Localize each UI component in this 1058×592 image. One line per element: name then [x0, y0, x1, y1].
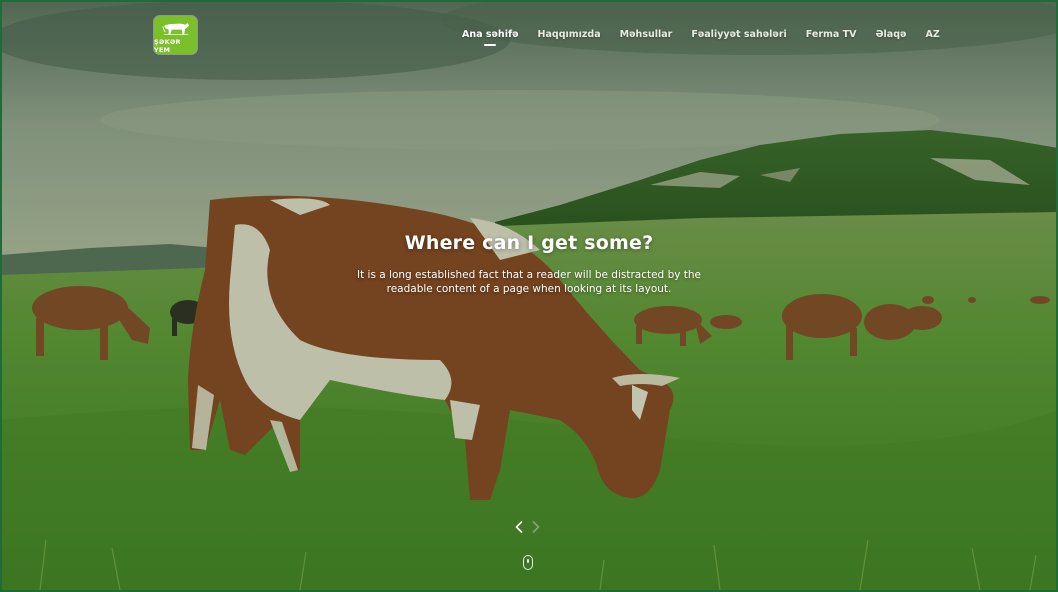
- hero-slider: [0, 0, 1058, 592]
- prev-slide-button[interactable]: [512, 519, 526, 535]
- nav-item-contact[interactable]: Əlaqə: [875, 29, 906, 40]
- chevron-right-icon: [532, 521, 540, 533]
- slide-description: It is a long established fact that a rea…: [356, 269, 702, 295]
- nav-item-activities[interactable]: Fəaliyyət sahələri: [691, 29, 786, 40]
- nav-item-about[interactable]: Haqqımızda: [538, 29, 601, 40]
- logo-text: ŞƏKƏR YEM: [154, 38, 181, 54]
- mouse-scroll-icon[interactable]: [523, 555, 533, 570]
- hero-background-image: [0, 0, 1058, 592]
- nav-item-home[interactable]: Ana səhifə: [462, 29, 519, 40]
- slide-title: Where can I get some?: [404, 232, 654, 254]
- next-slide-button[interactable]: [529, 519, 543, 535]
- cow-logo-icon: [162, 23, 189, 35]
- scroll-wheel: [527, 559, 529, 563]
- nav-item-ferma-tv[interactable]: Ferma TV: [806, 29, 857, 40]
- nav-item-products[interactable]: Məhsullar: [620, 29, 673, 40]
- language-switcher[interactable]: AZ: [925, 29, 939, 40]
- chevron-left-icon: [515, 521, 523, 533]
- main-navigation: Ana səhifə Haqqımızda Məhsullar Fəaliyyə…: [462, 29, 959, 40]
- slide-caption: Where can I get some? It is a long estab…: [0, 232, 1058, 296]
- brand-logo[interactable]: ŞƏKƏR YEM: [154, 16, 197, 54]
